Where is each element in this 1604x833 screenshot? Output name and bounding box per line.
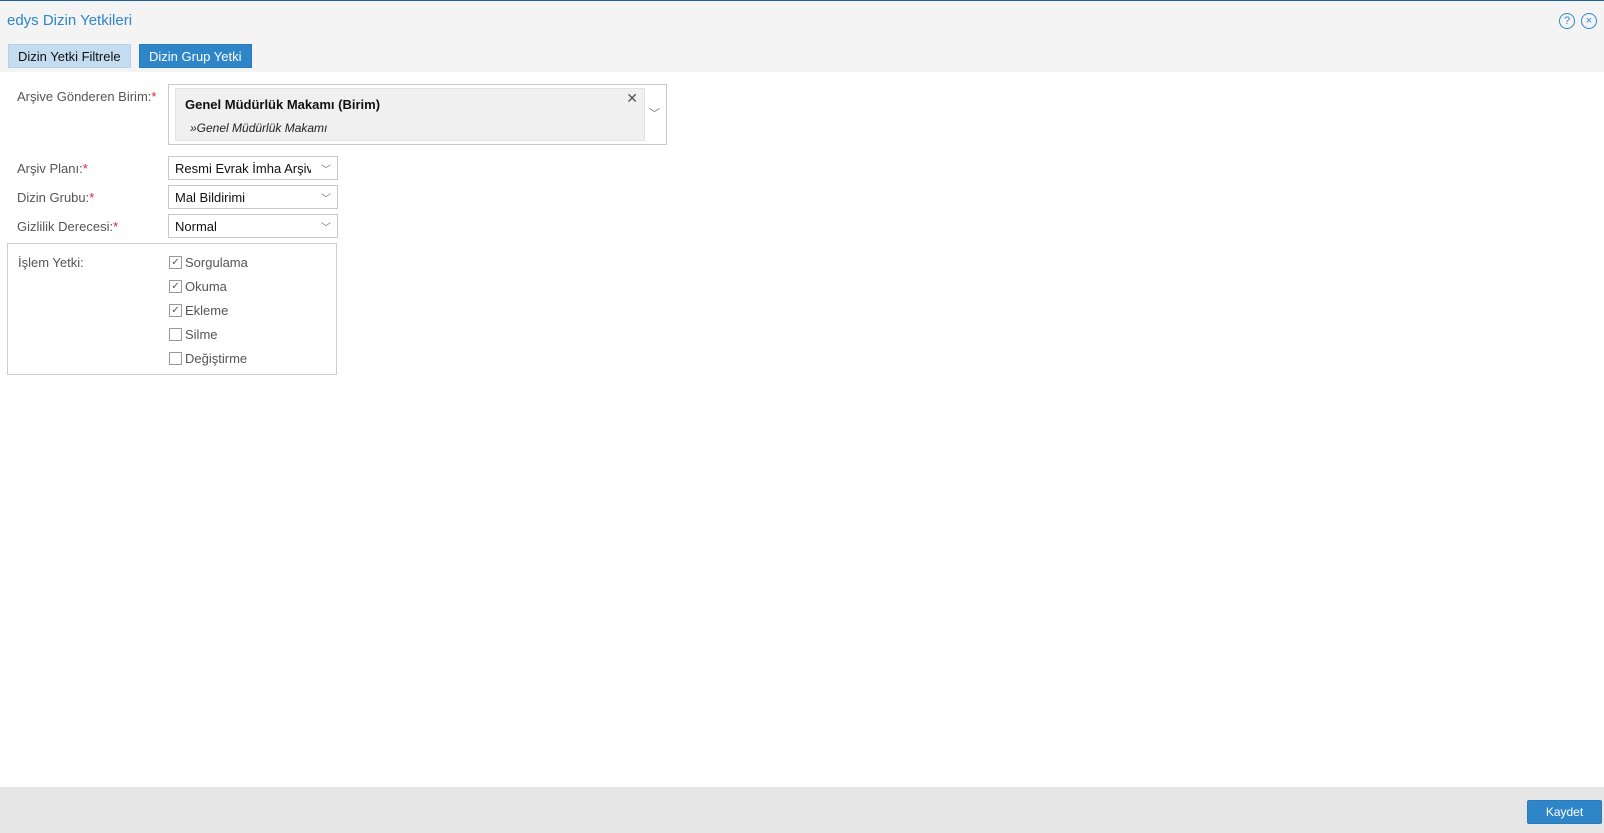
checkbox[interactable]: ✓ <box>169 280 182 293</box>
archive-plan-value: Resmi Evrak İmha Arşivi <box>175 161 311 176</box>
archive-plan-select[interactable]: Resmi Evrak İmha Arşivi ﹀ <box>168 156 338 180</box>
save-button[interactable]: Kaydet <box>1527 800 1602 824</box>
required-mark: * <box>151 89 157 104</box>
checkbox[interactable] <box>169 352 182 365</box>
close-icon[interactable]: × <box>1581 13 1597 29</box>
title-bar: edys Dizin Yetkileri ? × Dizin Yetki Fil… <box>0 1 1604 72</box>
footer-bar: Kaydet <box>0 787 1604 833</box>
selected-unit-path: »Genel Müdürlük Makamı <box>190 121 328 135</box>
chevron-down-icon: ﹀ <box>321 165 331 176</box>
selected-unit-name: Genel Müdürlük Makamı (Birim) <box>185 97 381 112</box>
help-icon[interactable]: ? <box>1559 13 1575 29</box>
required-mark: * <box>82 161 88 176</box>
chevron-down-icon[interactable]: ﹀ <box>649 105 660 121</box>
checkbox-label: Okuma <box>185 279 227 294</box>
tab-dizin-grup-yetki[interactable]: Dizin Grup Yetki <box>139 44 252 68</box>
checkbox[interactable]: ✓ <box>169 304 182 317</box>
checkbox-label: Sorgulama <box>185 255 248 270</box>
unit-multiselect[interactable]: Genel Müdürlük Makamı (Birim) »Genel Müd… <box>168 84 667 145</box>
checkbox-label: Ekleme <box>185 303 229 318</box>
remove-unit-icon[interactable]: ✕ <box>626 90 638 107</box>
dir-group-label: Dizin Grubu:* <box>17 190 95 205</box>
required-mark: * <box>113 219 119 234</box>
archive-plan-label: Arşiv Planı:* <box>17 161 88 176</box>
permissions-group: İşlem Yetki: ✓ Sorgulama ✓ Okuma ✓ Eklem… <box>7 243 337 375</box>
checkbox[interactable]: ✓ <box>169 256 182 269</box>
privacy-label: Gizlilik Derecesi:* <box>17 219 119 234</box>
checkbox[interactable] <box>169 328 182 341</box>
dir-group-select[interactable]: Mal Bildirimi ﹀ <box>168 185 338 209</box>
chevron-down-icon: ﹀ <box>321 194 331 205</box>
chevron-down-icon: ﹀ <box>321 223 331 234</box>
selected-unit-chip: Genel Müdürlük Makamı (Birim) »Genel Müd… <box>175 88 645 141</box>
dir-group-value: Mal Bildirimi <box>175 190 246 205</box>
privacy-value: Normal <box>175 219 217 234</box>
checkbox-label: Değiştirme <box>185 351 248 366</box>
checkbox-label: Silme <box>185 327 218 342</box>
unit-label: Arşive Gönderen Birim:* <box>17 89 157 104</box>
required-mark: * <box>89 190 95 205</box>
tab-dizin-yetki-filtrele[interactable]: Dizin Yetki Filtrele <box>8 44 131 68</box>
window-title: edys Dizin Yetkileri <box>7 12 133 29</box>
permissions-label: İşlem Yetki: <box>18 255 84 270</box>
privacy-select[interactable]: Normal ﹀ <box>168 214 338 238</box>
